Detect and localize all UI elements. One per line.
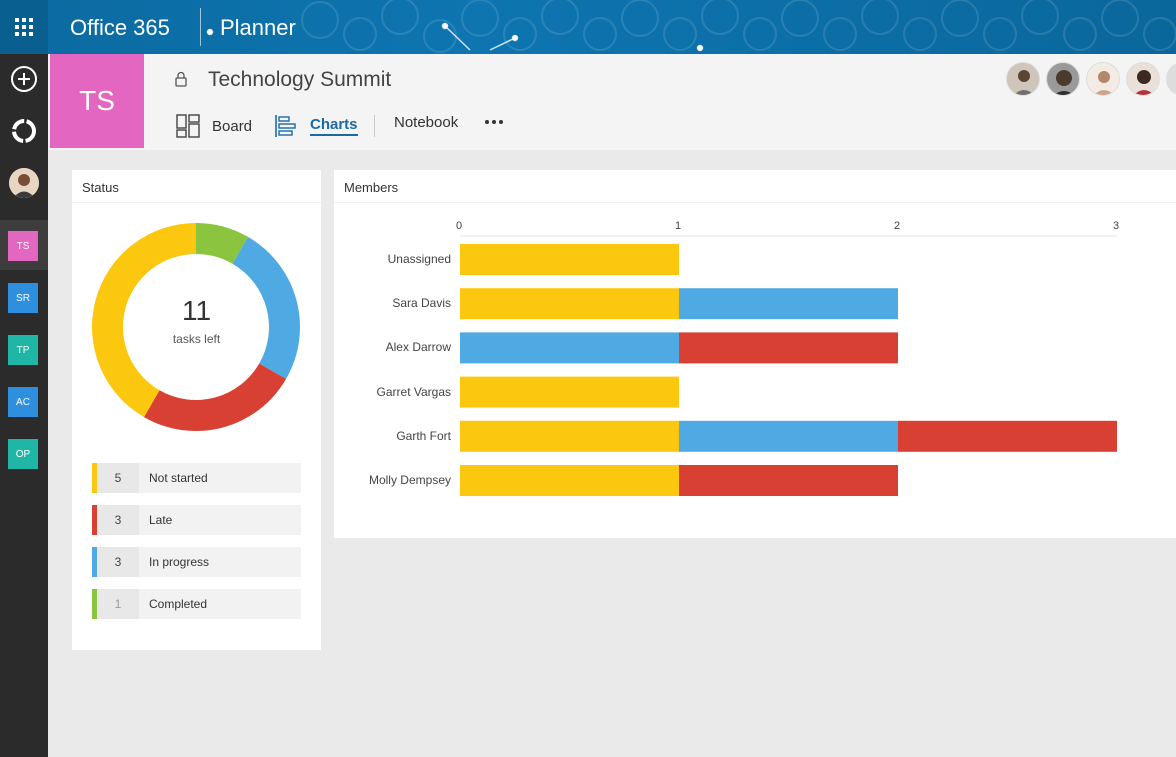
more-options-icon[interactable] bbox=[484, 119, 504, 125]
member-avatar[interactable] bbox=[1086, 62, 1120, 96]
bar-segment-not-started[interactable] bbox=[460, 244, 679, 275]
planner-hub-button[interactable] bbox=[8, 115, 40, 147]
bar-segment-late[interactable] bbox=[679, 332, 898, 364]
member-avatar[interactable] bbox=[1126, 62, 1160, 96]
plan-members-avatars bbox=[1000, 58, 1176, 98]
bar-segment-not-started[interactable] bbox=[460, 465, 679, 496]
person-icon bbox=[1013, 70, 1035, 95]
tab-separator bbox=[374, 115, 375, 137]
waffle-icon bbox=[15, 18, 33, 36]
bar-segment-in-progress[interactable] bbox=[460, 332, 679, 364]
member-avatar[interactable] bbox=[1166, 62, 1176, 96]
bar-segment-in-progress[interactable] bbox=[679, 288, 898, 320]
user-avatar-icon bbox=[9, 168, 39, 198]
bar-segment-not-started[interactable] bbox=[460, 376, 679, 408]
plan-logo: TS bbox=[50, 54, 144, 148]
legend-label: Late bbox=[149, 513, 173, 527]
member-avatar[interactable] bbox=[1006, 62, 1040, 96]
bar-segment-in-progress[interactable] bbox=[679, 420, 898, 452]
bar-segment-not-started[interactable] bbox=[460, 420, 679, 452]
status-card-divider bbox=[72, 202, 321, 203]
tab-board-label: Board bbox=[212, 117, 253, 135]
bar-segment-not-started[interactable] bbox=[460, 288, 679, 320]
header-pattern bbox=[206, 0, 1176, 53]
my-tasks-avatar[interactable] bbox=[9, 168, 39, 198]
plan-tile-ac[interactable]: AC bbox=[8, 387, 38, 417]
brand-separator bbox=[200, 8, 201, 46]
new-plan-button[interactable] bbox=[8, 63, 40, 95]
tasks-left-label: tasks left bbox=[172, 332, 221, 346]
plan-header: TS Technology Summit Board Charts Notebo… bbox=[48, 54, 1176, 150]
plan-tile-tp[interactable]: TP bbox=[8, 335, 38, 365]
person-icon bbox=[1054, 70, 1074, 95]
legend-row-late[interactable]: 3 Late bbox=[92, 505, 301, 535]
brand-name[interactable]: Office 365 bbox=[70, 15, 170, 41]
bar-segment-late[interactable] bbox=[898, 420, 1117, 452]
charts-icon bbox=[275, 115, 296, 137]
plan-tile-sr[interactable]: SR bbox=[8, 283, 38, 313]
legend-count: 3 bbox=[97, 505, 139, 535]
tasks-left-count: 11 bbox=[181, 295, 212, 326]
app-name[interactable]: Planner bbox=[220, 15, 296, 41]
planner-hub-icon bbox=[12, 119, 36, 143]
lock-icon bbox=[175, 71, 187, 87]
plus-circle-icon bbox=[11, 66, 37, 92]
status-card-title: Status bbox=[82, 180, 119, 195]
legend-label: In progress bbox=[149, 555, 210, 569]
legend-count: 1 bbox=[97, 589, 139, 619]
legend-row-completed[interactable]: 1 Completed bbox=[92, 589, 301, 619]
tab-board[interactable]: Board bbox=[176, 114, 252, 138]
person-icon bbox=[1093, 71, 1115, 95]
tab-charts-label: Charts bbox=[310, 116, 358, 136]
tab-notebook[interactable]: Notebook bbox=[394, 114, 458, 131]
status-card: Status 11 tasks left 5 Not started 3 Lat… bbox=[72, 170, 321, 650]
tab-charts[interactable]: Charts bbox=[274, 114, 358, 138]
left-rail: TS SR TP AC OP bbox=[0, 54, 48, 757]
legend-count: 3 bbox=[97, 547, 139, 577]
person-icon bbox=[1133, 70, 1155, 95]
app-launcher-button[interactable] bbox=[0, 0, 48, 54]
members-bar-chart bbox=[460, 235, 1117, 496]
legend-label: Not started bbox=[149, 471, 208, 485]
legend-label: Completed bbox=[149, 597, 208, 611]
plan-tile-ts[interactable]: TS bbox=[8, 231, 38, 261]
tab-notebook-label: Notebook bbox=[394, 114, 459, 131]
legend-row-not-started[interactable]: 5 Not started bbox=[92, 463, 301, 493]
donut-slice-late[interactable] bbox=[144, 363, 287, 432]
member-avatar[interactable] bbox=[1046, 62, 1080, 96]
board-icon bbox=[176, 114, 200, 138]
plan-tile-op[interactable]: OP bbox=[8, 439, 38, 469]
members-card: Members Unassigned Sara Davis Alex Darrow G… bbox=[334, 170, 1176, 538]
top-bar: Office 365 Planner bbox=[0, 0, 1176, 54]
bar-segment-late[interactable] bbox=[679, 465, 898, 496]
legend-row-in-progress[interactable]: 3 In progress bbox=[92, 547, 301, 577]
legend-count: 5 bbox=[97, 463, 139, 493]
plan-title: Technology Summit bbox=[208, 68, 392, 91]
